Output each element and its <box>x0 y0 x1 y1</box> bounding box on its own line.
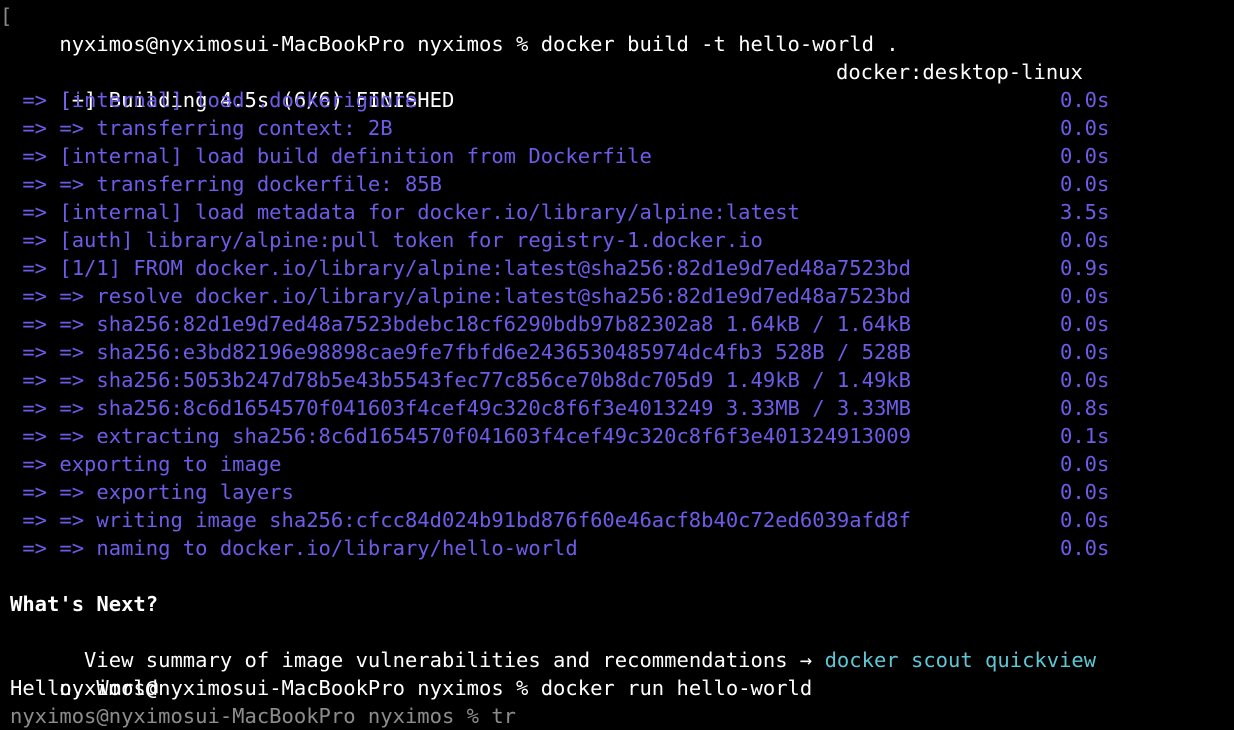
run-output: Hello, World <box>10 676 159 700</box>
build-step-time: 0.0s <box>1060 172 1110 196</box>
build-step-text: => => resolve docker.io/library/alpine:l… <box>10 284 911 308</box>
build-step-time: 0.9s <box>1060 256 1110 280</box>
build-step-row: => => naming to docker.io/library/hello-… <box>10 534 1232 562</box>
build-step-time: 0.1s <box>1060 424 1110 448</box>
build-step-text: => [internal] load .dockerignore <box>10 88 418 112</box>
build-step-time: 0.8s <box>1060 396 1110 420</box>
build-step-row: => => sha256:8c6d1654570f041603f4cef49c3… <box>10 394 1232 422</box>
build-step-text: => => naming to docker.io/library/hello-… <box>10 536 578 560</box>
build-step-row: => => sha256:5053b247d78b5e43b5543fec77c… <box>10 366 1232 394</box>
build-step-text: => => transferring context: 2B <box>10 116 393 140</box>
build-step-text: => exporting to image <box>10 452 282 476</box>
build-step-text: => [internal] load metadata for docker.i… <box>10 200 800 224</box>
build-step-text: => => sha256:5053b247d78b5e43b5543fec77c… <box>10 368 911 392</box>
build-step-time: 0.0s <box>1060 116 1110 140</box>
build-step-row: => => transferring dockerfile: 85B 0.0s <box>10 170 1232 198</box>
build-step-time: 0.0s <box>1060 452 1110 476</box>
build-step-row: => [internal] load build definition from… <box>10 142 1232 170</box>
build-step-time: 0.0s <box>1060 284 1110 308</box>
build-step-row: => [1/1] FROM docker.io/library/alpine:l… <box>10 254 1232 282</box>
build-remote: docker:desktop-linux <box>836 60 1083 84</box>
build-step-row: => => exporting layers 0.0s <box>10 478 1232 506</box>
build-step-row: => exporting to image 0.0s <box>10 450 1232 478</box>
run-command-line: nyximos@nyximosui-MacBookPro nyximos % d… <box>10 646 1232 700</box>
build-step-row: => [internal] load .dockerignore 0.0s <box>10 86 1232 114</box>
build-step-time: 0.0s <box>1060 312 1110 336</box>
build-step-time: 3.5s <box>1060 200 1110 224</box>
build-step-text: => => exporting layers <box>10 480 294 504</box>
build-step-time: 0.0s <box>1060 88 1110 112</box>
partial-prompt-line: nyximos@nyximosui-MacBookPro nyximos % t… <box>10 704 517 728</box>
cursor-bracket-icon: [ <box>0 4 13 28</box>
build-step-time: 0.0s <box>1060 508 1110 532</box>
build-header: [+] Building 4.5s (6/6) FINISHED docker:… <box>10 58 1232 112</box>
build-step-time: 0.0s <box>1060 536 1110 560</box>
build-step-row: => [internal] load metadata for docker.i… <box>10 198 1232 226</box>
whats-next-heading: What's Next? <box>10 592 159 616</box>
build-step-time: 0.0s <box>1060 144 1110 168</box>
build-step-time: 0.0s <box>1060 480 1110 504</box>
build-step-text: => [auth] library/alpine:pull token for … <box>10 228 763 252</box>
build-step-row: => => sha256:e3bd82196e98898cae9fe7fbfd6… <box>10 338 1232 366</box>
build-step-text: => => writing image sha256:cfcc84d024b91… <box>10 508 911 532</box>
build-step-row: => => writing image sha256:cfcc84d024b91… <box>10 506 1232 534</box>
build-step-text: => => extracting sha256:8c6d1654570f0416… <box>10 424 911 448</box>
build-steps: => [internal] load .dockerignore 0.0s => … <box>10 86 1232 562</box>
build-step-text: => => transferring dockerfile: 85B <box>10 172 442 196</box>
build-step-text: => => sha256:8c6d1654570f041603f4cef49c3… <box>10 396 911 420</box>
build-step-text: => => sha256:82d1e9d7ed48a7523bdebc18cf6… <box>10 312 911 336</box>
terminal-window[interactable]: [ nyximos@nyximosui-MacBookPro nyximos % … <box>0 2 1232 730</box>
build-step-row: => => transferring context: 2B 0.0s <box>10 114 1232 142</box>
build-step-text: => [1/1] FROM docker.io/library/alpine:l… <box>10 256 911 280</box>
build-step-time: 0.0s <box>1060 228 1110 252</box>
build-step-row: => => sha256:82d1e9d7ed48a7523bdebc18cf6… <box>10 310 1232 338</box>
build-step-text: => => sha256:e3bd82196e98898cae9fe7fbfd6… <box>10 340 911 364</box>
build-step-time: 0.0s <box>1060 340 1110 364</box>
build-command-line: [nyximos@nyximosui-MacBookPro nyximos % … <box>0 2 1232 56</box>
build-step-row: => => extracting sha256:8c6d1654570f0416… <box>10 422 1232 450</box>
build-step-row: => => resolve docker.io/library/alpine:l… <box>10 282 1232 310</box>
whats-next-line: View summary of image vulnerabilities an… <box>10 618 1232 672</box>
build-step-time: 0.0s <box>1060 368 1110 392</box>
build-step-row: => [auth] library/alpine:pull token for … <box>10 226 1232 254</box>
build-step-text: => [internal] load build definition from… <box>10 144 652 168</box>
